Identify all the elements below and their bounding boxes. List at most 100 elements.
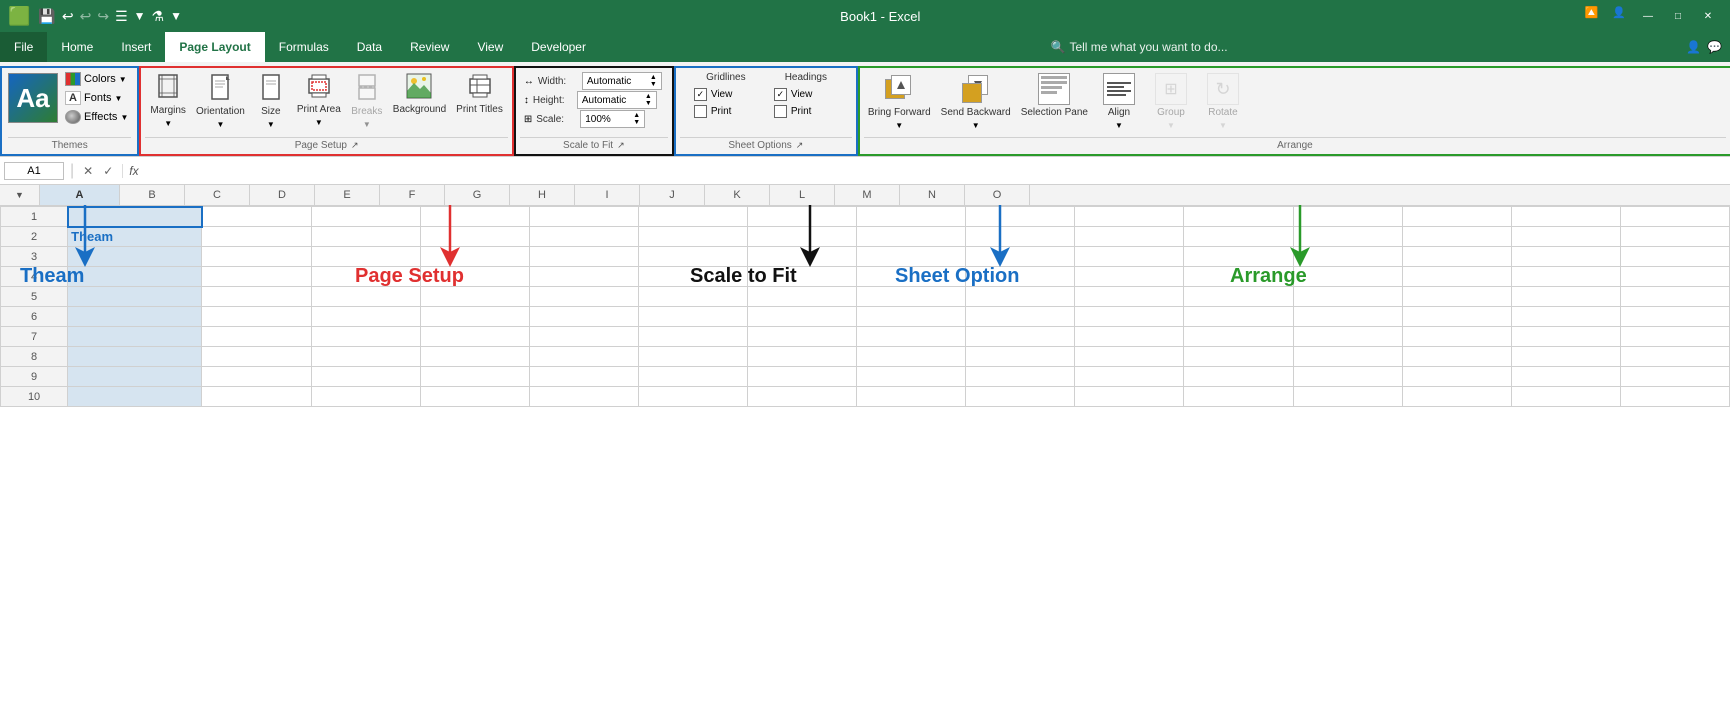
share-icon[interactable]: 👤 — [1686, 40, 1701, 54]
col-header-f[interactable]: F — [380, 185, 445, 205]
scale-expand-icon[interactable]: ↗ — [617, 140, 625, 151]
formula-input[interactable] — [149, 165, 1726, 177]
cell-n7[interactable] — [1511, 327, 1620, 347]
cell-a3[interactable] — [68, 247, 202, 267]
group-dropdown[interactable]: ▼ — [1167, 121, 1175, 130]
print-titles-btn[interactable]: Print Titles — [451, 70, 508, 119]
cell-n9[interactable] — [1511, 367, 1620, 387]
cell-n5[interactable] — [1511, 287, 1620, 307]
cell-m8[interactable] — [1402, 347, 1511, 367]
cell-f1[interactable] — [638, 207, 747, 227]
cell-b2[interactable] — [202, 227, 311, 247]
cell-a1[interactable] — [68, 207, 202, 227]
cell-e10[interactable] — [529, 387, 638, 407]
cell-l7[interactable] — [1293, 327, 1402, 347]
cell-l3[interactable] — [1293, 247, 1402, 267]
scale-width-down[interactable]: ▼ — [650, 81, 657, 88]
gridlines-print-checkbox[interactable] — [694, 105, 707, 118]
cell-h9[interactable] — [857, 367, 966, 387]
menu-insert[interactable]: Insert — [107, 32, 165, 62]
cell-o3[interactable] — [1620, 247, 1729, 267]
col-header-h[interactable]: H — [510, 185, 575, 205]
cell-f10[interactable] — [638, 387, 747, 407]
gridlines-view-checkbox[interactable]: ✓ — [694, 88, 707, 101]
page-setup-expand-icon[interactable]: ↗ — [351, 140, 359, 151]
cell-k7[interactable] — [1184, 327, 1293, 347]
cell-k3[interactable] — [1184, 247, 1293, 267]
save-icon[interactable]: 💾 — [38, 8, 55, 25]
cell-d2[interactable] — [420, 227, 529, 247]
cell-b10[interactable] — [202, 387, 311, 407]
cell-i2[interactable] — [966, 227, 1075, 247]
cell-l5[interactable] — [1293, 287, 1402, 307]
send-backward-btn[interactable]: Send Backward ▼ — [937, 70, 1015, 133]
cell-b4[interactable] — [202, 267, 311, 287]
cell-o2[interactable] — [1620, 227, 1729, 247]
cell-i4[interactable] — [966, 267, 1075, 287]
cell-c3[interactable] — [311, 247, 420, 267]
cell-g8[interactable] — [747, 347, 856, 367]
cell-l8[interactable] — [1293, 347, 1402, 367]
cell-g7[interactable] — [747, 327, 856, 347]
cell-a4[interactable] — [68, 267, 202, 287]
cell-g9[interactable] — [747, 367, 856, 387]
fx-icon[interactable]: fx — [122, 164, 144, 178]
cell-i8[interactable] — [966, 347, 1075, 367]
cell-k1[interactable] — [1184, 207, 1293, 227]
cell-c8[interactable] — [311, 347, 420, 367]
cell-l6[interactable] — [1293, 307, 1402, 327]
cell-e7[interactable] — [529, 327, 638, 347]
cell-b9[interactable] — [202, 367, 311, 387]
fonts-dropdown[interactable]: ▼ — [115, 94, 123, 103]
print-area-dropdown[interactable]: ▼ — [315, 118, 323, 127]
cell-e4[interactable] — [529, 267, 638, 287]
cell-i9[interactable] — [966, 367, 1075, 387]
cell-j9[interactable] — [1075, 367, 1184, 387]
cell-h1[interactable] — [857, 207, 966, 227]
cell-c2[interactable] — [311, 227, 420, 247]
cell-g1[interactable] — [747, 207, 856, 227]
cell-i3[interactable] — [966, 247, 1075, 267]
margins-dropdown[interactable]: ▼ — [164, 119, 172, 128]
cell-d5[interactable] — [420, 287, 529, 307]
background-btn[interactable]: Background — [388, 70, 451, 119]
cell-n1[interactable] — [1511, 207, 1620, 227]
cell-n3[interactable] — [1511, 247, 1620, 267]
col-header-c[interactable]: C — [185, 185, 250, 205]
cell-m4[interactable] — [1402, 267, 1511, 287]
cell-o5[interactable] — [1620, 287, 1729, 307]
cell-j8[interactable] — [1075, 347, 1184, 367]
col-header-j[interactable]: J — [640, 185, 705, 205]
col-header-a[interactable]: A — [40, 185, 120, 205]
cell-e6[interactable] — [529, 307, 638, 327]
select-all-btn[interactable]: ▼ — [15, 190, 24, 200]
cell-c6[interactable] — [311, 307, 420, 327]
cell-l9[interactable] — [1293, 367, 1402, 387]
cell-o1[interactable] — [1620, 207, 1729, 227]
cell-d7[interactable] — [420, 327, 529, 347]
cell-b3[interactable] — [202, 247, 311, 267]
scale-width-value[interactable]: Automatic ▲ ▼ — [582, 72, 662, 90]
cell-h2[interactable] — [857, 227, 966, 247]
cell-o4[interactable] — [1620, 267, 1729, 287]
cell-l2[interactable] — [1293, 227, 1402, 247]
minimize-btn[interactable]: — — [1634, 6, 1662, 26]
cell-g10[interactable] — [747, 387, 856, 407]
cell-n4[interactable] — [1511, 267, 1620, 287]
cell-o6[interactable] — [1620, 307, 1729, 327]
cell-f8[interactable] — [638, 347, 747, 367]
cell-j2[interactable] — [1075, 227, 1184, 247]
scale-height-up[interactable]: ▲ — [645, 93, 652, 100]
cell-a2[interactable]: Theam — [68, 227, 202, 247]
scale-height-value[interactable]: Automatic ▲ ▼ — [577, 91, 657, 109]
cell-m7[interactable] — [1402, 327, 1511, 347]
cell-e3[interactable] — [529, 247, 638, 267]
cell-f6[interactable] — [638, 307, 747, 327]
cell-k10[interactable] — [1184, 387, 1293, 407]
margins-btn[interactable]: Margins ▼ — [145, 70, 191, 131]
cell-j1[interactable] — [1075, 207, 1184, 227]
cell-d3[interactable] — [420, 247, 529, 267]
menu-review[interactable]: Review — [396, 32, 463, 62]
cell-h7[interactable] — [857, 327, 966, 347]
headings-view-checkbox[interactable]: ✓ — [774, 88, 787, 101]
